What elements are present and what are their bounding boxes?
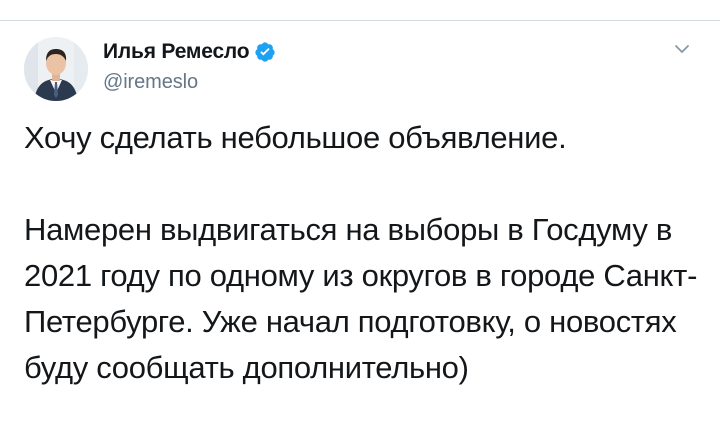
avatar[interactable] [24,37,88,101]
chevron-down-icon[interactable] [668,35,696,63]
person-in-suit-avatar-icon [24,37,88,101]
tweet-text: Хочу сделать небольшое объявление. Намер… [24,115,704,391]
tweet-card: Илья Ремесло @iremeslo Хочу сделать небо… [0,21,720,445]
tweet-paragraph-2: Намерен выдвигаться на выборы в Госдуму … [24,212,698,385]
author-block: Илья Ремесло @iremeslo [103,39,276,99]
tweet-paragraph-1: Хочу сделать небольшое объявление. [24,120,567,155]
author-name-row: Илья Ремесло [103,39,276,65]
author-handle[interactable]: @iremeslo [103,71,276,94]
verified-badge-icon [254,41,276,63]
author-display-name[interactable]: Илья Ремесло [103,40,250,64]
